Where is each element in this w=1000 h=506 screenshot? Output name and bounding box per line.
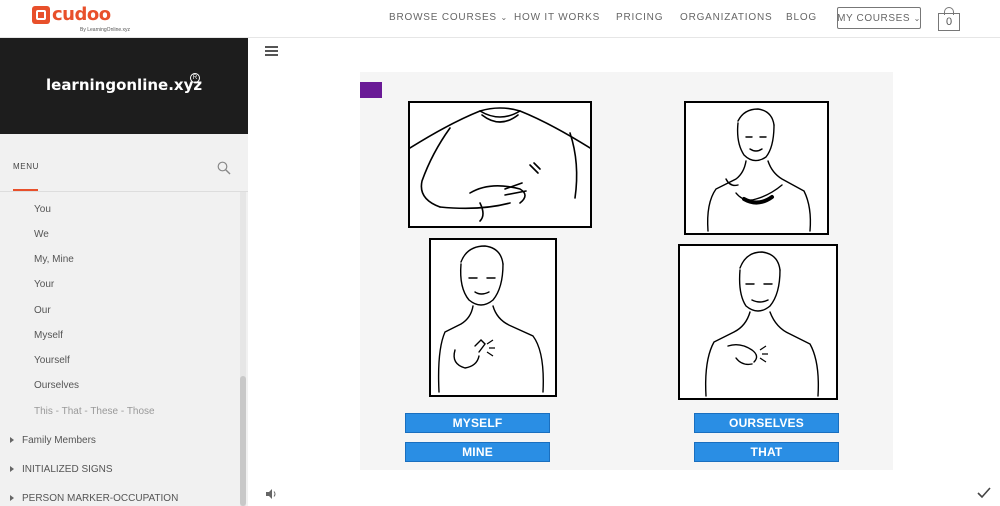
nav-pricing[interactable]: PRICING <box>616 12 663 23</box>
group-person-marker-occupation[interactable]: PERSON MARKER-OCCUPATION <box>10 493 178 504</box>
label-myself: MYSELF <box>405 413 550 433</box>
lesson-myself[interactable]: Myself <box>34 330 63 341</box>
logo-subtitle: By LearningOnline.xyz <box>80 27 131 33</box>
caret-right-icon <box>10 437 14 444</box>
registered-icon: R <box>190 73 200 83</box>
my-courses-button[interactable]: MY COURSES ⌄ <box>837 7 921 29</box>
chevron-down-icon: ⌄ <box>913 13 921 23</box>
brand-banner: learningonline.xyz R <box>0 38 248 134</box>
cudoo-logo[interactable]: cudoo By LearningOnline.xyz <box>32 4 130 33</box>
man-illustration-icon <box>706 108 812 232</box>
label-that: THAT <box>694 442 839 462</box>
group-label: INITIALIZED SIGNS <box>22 464 113 475</box>
label-mine: MINE <box>405 442 550 462</box>
lesson-content: MYSELF OURSELVES MINE THAT <box>248 38 1000 506</box>
lesson-my-mine[interactable]: My, Mine <box>34 254 74 265</box>
nav-blog[interactable]: BLOG <box>786 12 817 23</box>
sign-image-myself <box>408 101 592 228</box>
speaker-icon[interactable] <box>265 488 277 500</box>
sidebar-scrollbar-thumb[interactable] <box>240 376 246 506</box>
lesson-ourselves[interactable]: Ourselves <box>34 380 79 391</box>
sign-image-ourselves <box>684 101 829 235</box>
logo-mark-icon <box>32 6 50 24</box>
lesson-yourself[interactable]: Yourself <box>34 355 70 366</box>
top-navbar: cudoo By LearningOnline.xyz BROWSE COURS… <box>0 0 1000 38</box>
logo-text: cudoo <box>52 4 111 25</box>
group-family-members[interactable]: Family Members <box>10 435 96 446</box>
caret-right-icon <box>10 495 14 502</box>
man-pointing-illustration-icon <box>437 245 544 393</box>
cart-count: 0 <box>938 13 960 31</box>
sign-image-that <box>678 244 838 400</box>
search-icon[interactable] <box>217 161 231 175</box>
man-pointing-self-illustration-icon <box>704 251 820 397</box>
hamburger-menu-icon[interactable] <box>265 46 278 56</box>
checkmark-icon[interactable] <box>977 487 991 499</box>
my-courses-label: MY COURSES <box>837 12 911 24</box>
lesson-this-that-these-those[interactable]: This - That - These - Those <box>34 406 155 417</box>
lesson-you[interactable]: You <box>34 204 51 215</box>
course-sidebar: learningonline.xyz R MENU You We My, Min… <box>0 38 248 506</box>
menu-header: MENU <box>0 134 248 192</box>
lesson-your[interactable]: Your <box>34 279 54 290</box>
nav-browse-courses[interactable]: BROWSE COURSES ⌄ <box>389 12 508 23</box>
nav-organizations[interactable]: ORGANIZATIONS <box>680 12 772 23</box>
lesson-we[interactable]: We <box>34 229 49 240</box>
menu-underline <box>13 189 38 191</box>
nav-how-it-works[interactable]: HOW IT WORKS <box>514 12 600 23</box>
lesson-our[interactable]: Our <box>34 305 51 316</box>
label-ourselves: OURSELVES <box>694 413 839 433</box>
hands-illustration-icon <box>409 107 591 222</box>
group-label: PERSON MARKER-OCCUPATION <box>22 493 179 504</box>
caret-right-icon <box>10 466 14 473</box>
group-initialized-signs[interactable]: INITIALIZED SIGNS <box>10 464 113 475</box>
chevron-down-icon: ⌄ <box>500 13 508 22</box>
brand-text: learningonline.xyz <box>46 76 203 94</box>
cart-button[interactable]: 0 <box>938 7 960 31</box>
menu-label[interactable]: MENU <box>13 162 39 171</box>
group-label: Family Members <box>22 435 96 446</box>
sign-image-mine <box>429 238 557 397</box>
lesson-slide: MYSELF OURSELVES MINE THAT <box>360 72 893 470</box>
slide-marker <box>360 82 382 98</box>
